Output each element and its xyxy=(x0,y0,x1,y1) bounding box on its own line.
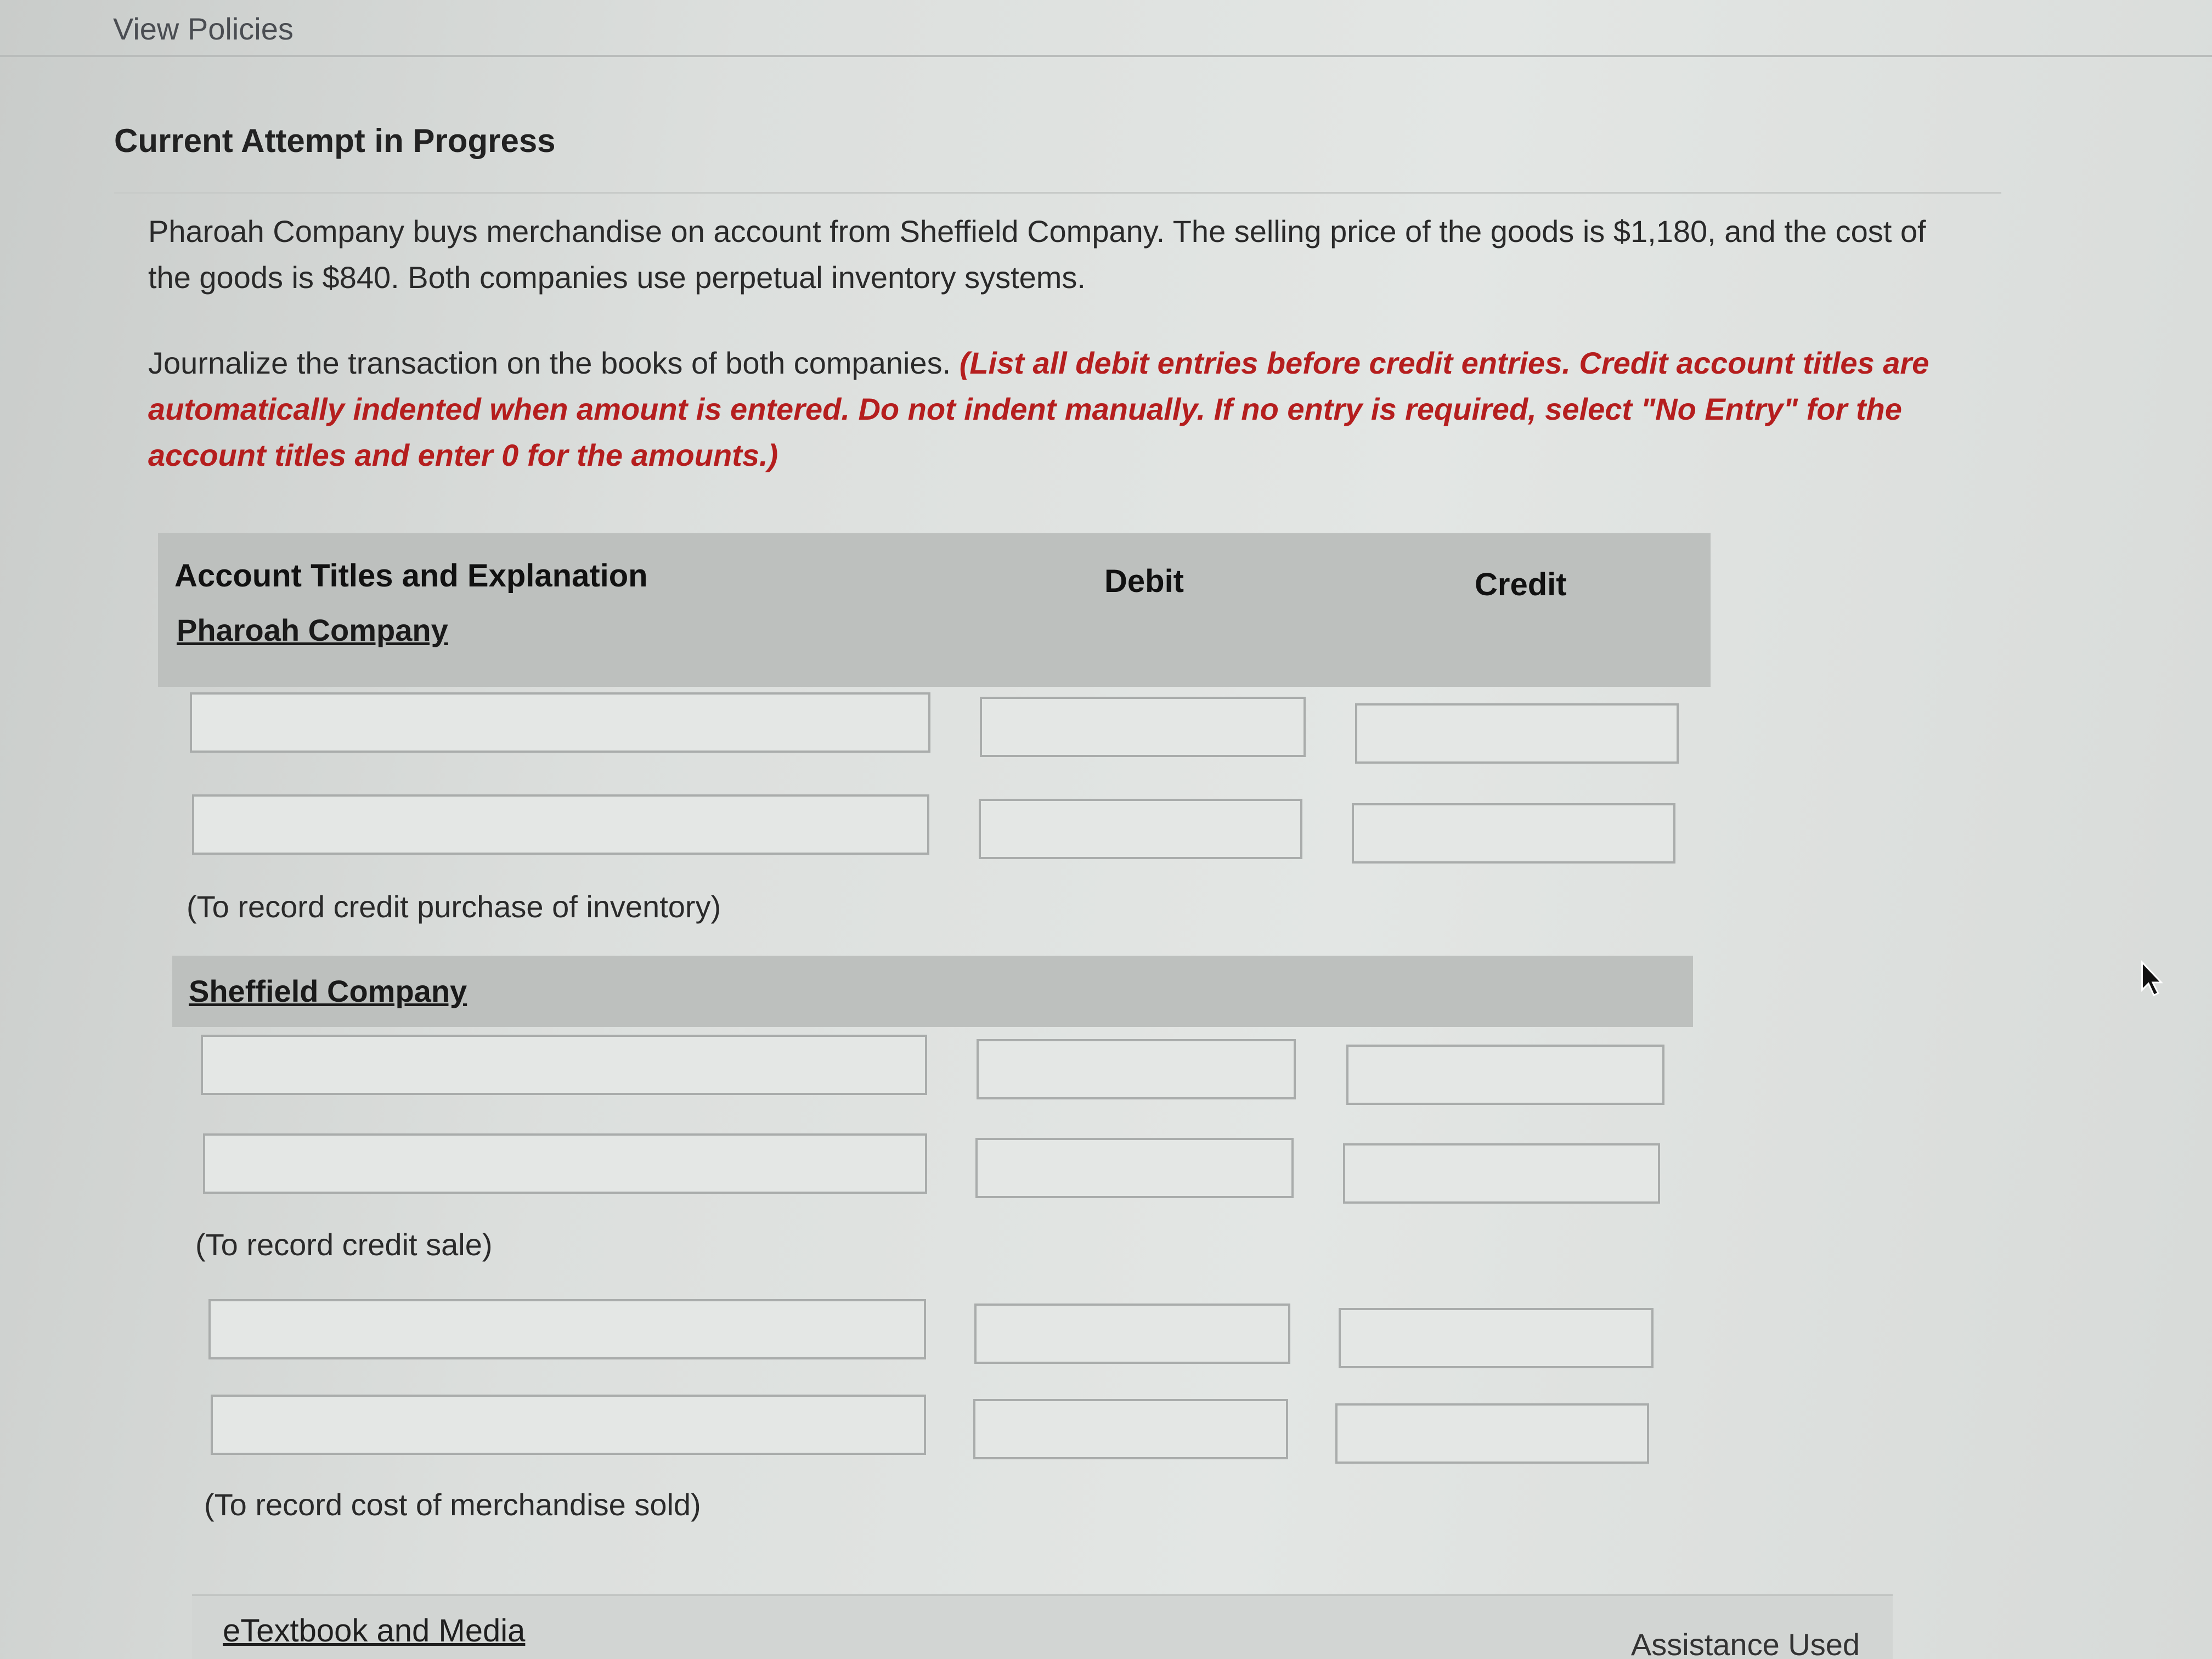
sheffield-sale-debit-input-1[interactable] xyxy=(977,1039,1296,1099)
sheffield-cost-debit-input-1[interactable] xyxy=(974,1304,1290,1364)
sheffield-company-link[interactable]: Sheffield Company xyxy=(189,973,467,1009)
sheffield-cost-credit-input-1[interactable] xyxy=(1339,1308,1654,1368)
pharoah-entry-note: (To record credit purchase of inventory) xyxy=(187,889,721,924)
pharoah-account-input-1[interactable] xyxy=(190,692,930,753)
page: View Policies Current Attempt in Progres… xyxy=(0,0,2212,1659)
question-prompt-block: Journalize the transaction on the books … xyxy=(148,340,1975,478)
view-policies-link[interactable]: View Policies xyxy=(113,11,294,47)
column-header-credit: Credit xyxy=(1475,567,1567,602)
sheffield-sale-account-input-2[interactable] xyxy=(203,1133,927,1194)
attempt-title: Current Attempt in Progress xyxy=(114,122,556,159)
mouse-cursor-icon xyxy=(2141,960,2163,997)
question-text: Pharoah Company buys merchandise on acco… xyxy=(148,214,1926,295)
etextbook-media-link[interactable]: eTextbook and Media xyxy=(223,1612,525,1649)
pharoah-company-link[interactable]: Pharoah Company xyxy=(177,612,448,648)
sheffield-sale-account-input-1[interactable] xyxy=(201,1035,927,1095)
journal-table-header: Account Titles and Explanation Debit Cre… xyxy=(158,533,1711,687)
footer-bar: eTextbook and Media Assistance Used xyxy=(192,1594,1893,1659)
pharoah-credit-input-2[interactable] xyxy=(1352,803,1675,864)
sheffield-cost-note: (To record cost of merchandise sold) xyxy=(204,1487,701,1522)
sheffield-sale-note: (To record credit sale) xyxy=(195,1227,493,1262)
assistance-used-label: Assistance Used xyxy=(1630,1627,1860,1659)
sheffield-sale-debit-input-2[interactable] xyxy=(975,1138,1294,1198)
sheffield-sale-credit-input-1[interactable] xyxy=(1346,1045,1664,1105)
question-prompt: Journalize the transaction on the books … xyxy=(148,346,951,380)
pharoah-debit-input-2[interactable] xyxy=(979,799,1302,859)
column-header-debit: Debit xyxy=(1104,563,1184,599)
top-divider xyxy=(0,55,2212,57)
section-divider xyxy=(114,192,2001,194)
sheffield-cost-account-input-1[interactable] xyxy=(208,1299,926,1359)
sheffield-company-band: Sheffield Company xyxy=(172,956,1693,1027)
pharoah-account-input-2[interactable] xyxy=(192,794,929,855)
pharoah-credit-input-1[interactable] xyxy=(1355,703,1679,764)
sheffield-cost-credit-input-2[interactable] xyxy=(1335,1403,1649,1464)
pharoah-debit-input-1[interactable] xyxy=(980,697,1306,757)
sheffield-sale-credit-input-2[interactable] xyxy=(1343,1143,1660,1204)
sheffield-cost-account-input-2[interactable] xyxy=(211,1395,926,1455)
column-header-account: Account Titles and Explanation xyxy=(174,558,648,594)
sheffield-cost-debit-input-2[interactable] xyxy=(973,1399,1288,1459)
